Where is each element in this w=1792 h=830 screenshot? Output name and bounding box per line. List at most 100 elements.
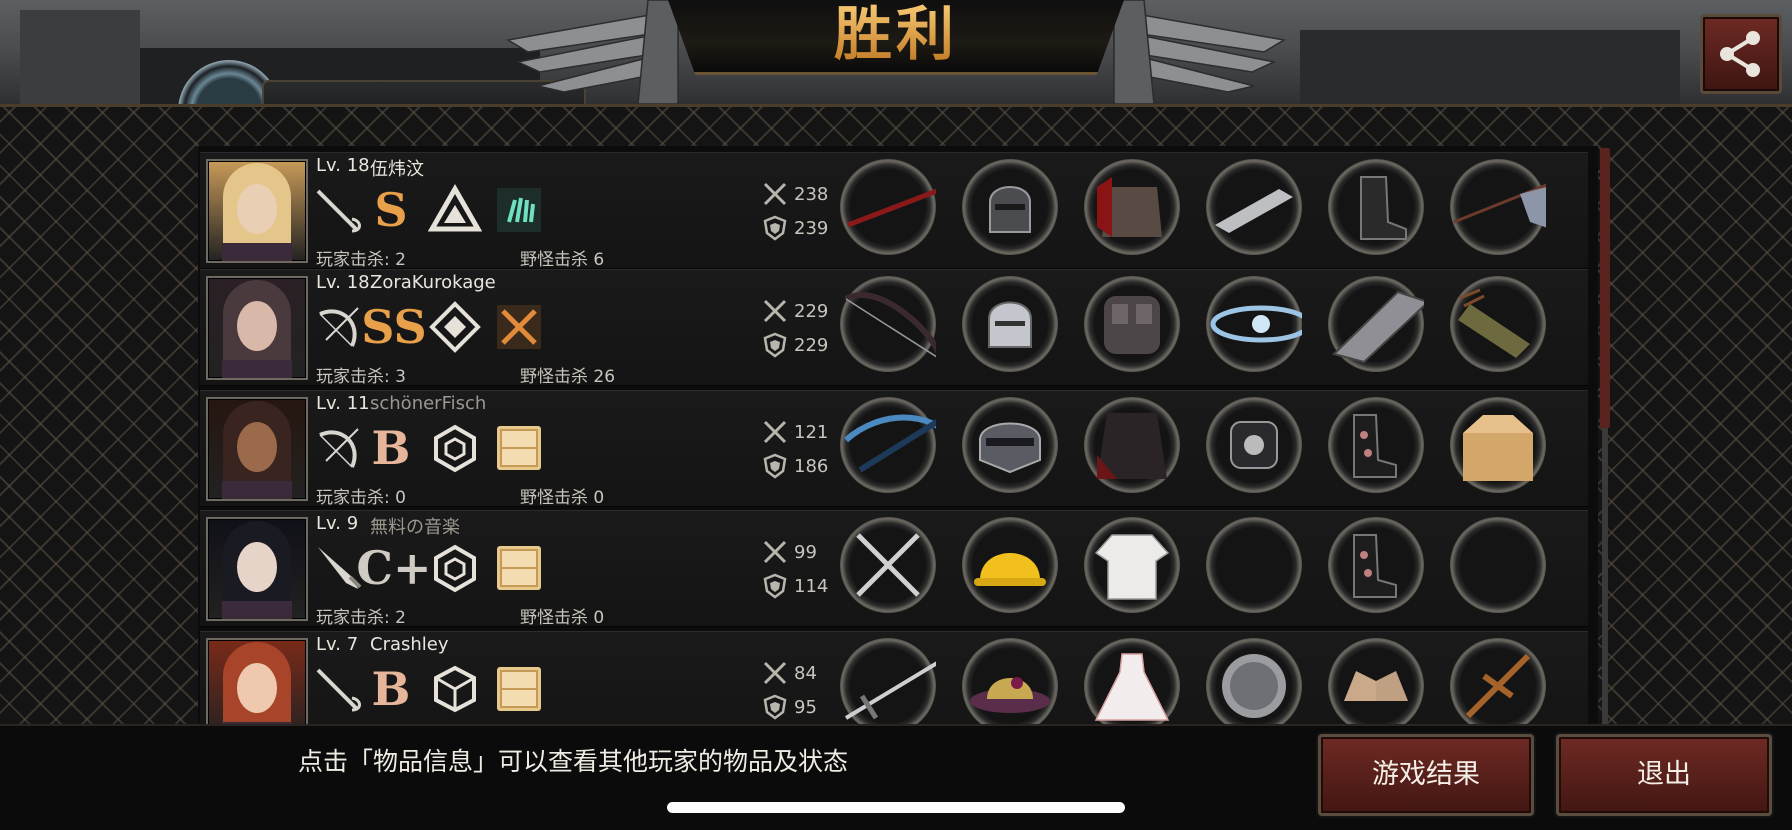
attack-stat: 99 (762, 539, 817, 565)
empty-slot (1206, 517, 1302, 613)
bow-icon (312, 300, 366, 354)
building-silhouette (1300, 30, 1680, 108)
equipment-slot[interactable] (840, 517, 936, 613)
equipment-slot[interactable] (1328, 276, 1424, 372)
dark-bow-icon (840, 276, 936, 372)
game-results-button[interactable]: 游戏结果 (1318, 734, 1534, 816)
visor-helmet-icon (962, 397, 1058, 493)
equipment-slot[interactable] (1450, 276, 1546, 372)
player-portrait[interactable] (206, 397, 308, 501)
equipment-slot[interactable] (1450, 159, 1546, 255)
box-item-icon[interactable] (492, 541, 546, 595)
silver-helmet-icon (962, 276, 1058, 372)
equipment-slot[interactable] (962, 397, 1058, 493)
quiver-icon (1450, 276, 1546, 372)
defense-stat: 229 (762, 332, 828, 358)
equipment-slot[interactable] (962, 159, 1058, 255)
player-row[interactable]: Lv. 18 伍炜汶 S 玩家击杀: 2 野怪击杀 6 238 239 (200, 152, 1588, 270)
defense-icon (763, 332, 787, 358)
equipment-slot[interactable] (1206, 397, 1302, 493)
box-item-icon[interactable] (492, 662, 546, 716)
equipment-slot[interactable] (1206, 517, 1302, 613)
equipment-slot[interactable] (1206, 159, 1302, 255)
cube-class-icon (428, 662, 482, 716)
wooden-cross-icon (1450, 638, 1546, 734)
defense-value: 114 (794, 575, 829, 597)
equipment-slot[interactable] (962, 276, 1058, 372)
rapier-icon (312, 183, 366, 237)
round-shield-icon (1206, 638, 1302, 734)
player-row[interactable]: Lv. 18 ZoraKurokage SS 玩家击杀: 3 野怪击杀 26 229 2… (200, 269, 1588, 387)
player-name: 無料の音楽 (370, 517, 460, 538)
player-portrait[interactable] (206, 517, 308, 621)
crystal-circlet-icon (1206, 276, 1302, 372)
victory-title: 胜利 (668, 4, 1124, 64)
attack-icon (763, 661, 787, 685)
white-dress-icon (1084, 638, 1180, 734)
equipment-slot[interactable] (1328, 159, 1424, 255)
equipment-slot[interactable] (1084, 397, 1180, 493)
floral-boots-icon (1328, 397, 1424, 493)
player-portrait[interactable] (206, 276, 308, 380)
defense-stat: 186 (762, 453, 828, 479)
equipment-slot[interactable] (1450, 397, 1546, 493)
chain-gauntlet-icon (1328, 276, 1424, 372)
equipment-slot[interactable] (1450, 517, 1546, 613)
equipment-slot[interactable] (840, 276, 936, 372)
attack-icon (763, 182, 787, 206)
cardboard-box-icon (1450, 397, 1546, 493)
player-kills: 玩家击杀: 3 (316, 367, 406, 387)
white-shirt-icon (1084, 517, 1180, 613)
monster-kills: 野怪击杀 6 (520, 250, 605, 270)
player-row[interactable]: Lv. 9 無料の音楽 C+ 玩家击杀: 2 野怪击杀 0 99 114 (200, 510, 1588, 628)
player-name: schönerFisch (370, 393, 487, 414)
left-wing-ornament (505, 0, 679, 104)
defense-icon (763, 694, 787, 720)
equipment-slot[interactable] (1084, 276, 1180, 372)
defense-value: 95 (794, 696, 817, 718)
floral-boots-icon (1328, 517, 1424, 613)
exit-button[interactable]: 退出 (1556, 734, 1772, 816)
home-indicator[interactable] (667, 802, 1125, 813)
flower-hat-icon (962, 638, 1058, 734)
equipment-slot[interactable] (1328, 517, 1424, 613)
attack-value: 229 (794, 300, 829, 322)
attack-stat: 121 (762, 419, 828, 445)
equipment-slot[interactable] (1084, 517, 1180, 613)
equipment-slot[interactable] (1450, 638, 1546, 734)
attack-stat: 229 (762, 298, 828, 324)
share-button[interactable] (1700, 14, 1782, 94)
player-kills: 玩家击杀: 2 (316, 250, 406, 270)
player-row[interactable]: Lv. 11 schönerFisch B 玩家击杀: 0 野怪击杀 0 121 186 (200, 390, 1588, 508)
equipment-slot[interactable] (1206, 276, 1302, 372)
equipment-slot[interactable] (1328, 638, 1424, 734)
rapier-icon (312, 662, 366, 716)
equipment-slot[interactable] (840, 159, 936, 255)
box-item-icon[interactable] (492, 421, 546, 475)
player-level: Lv. 18 (316, 272, 370, 293)
equipment-slot[interactable] (1328, 397, 1424, 493)
attack-value: 238 (794, 183, 829, 205)
hexagon-class-icon (428, 421, 482, 475)
equipment-slot[interactable] (1084, 159, 1180, 255)
equipment-slot[interactable] (1206, 638, 1302, 734)
player-name: 伍炜汶 (370, 159, 424, 180)
equipment-slot[interactable] (962, 517, 1058, 613)
building-silhouette (20, 10, 140, 108)
hint-text: 点击「物品信息」可以查看其他玩家的物品及状态 (298, 747, 849, 776)
equipment-slot[interactable] (962, 638, 1058, 734)
defense-value: 186 (794, 455, 829, 477)
equipment-slot[interactable] (1084, 638, 1180, 734)
crossed-swords-item-icon[interactable] (492, 300, 546, 354)
blue-crossbow-icon (840, 397, 936, 493)
equipment-slot[interactable] (840, 638, 936, 734)
equipment-slot[interactable] (840, 397, 936, 493)
attack-icon (763, 540, 787, 564)
green-hand-icon[interactable] (492, 183, 546, 237)
empty-slot (1450, 517, 1546, 613)
leather-boots-icon (1328, 159, 1424, 255)
scrollbar-thumb[interactable] (1600, 148, 1610, 428)
monster-kills: 野怪击杀 0 (520, 488, 605, 508)
defense-icon (763, 573, 787, 599)
player-portrait[interactable] (206, 159, 308, 263)
